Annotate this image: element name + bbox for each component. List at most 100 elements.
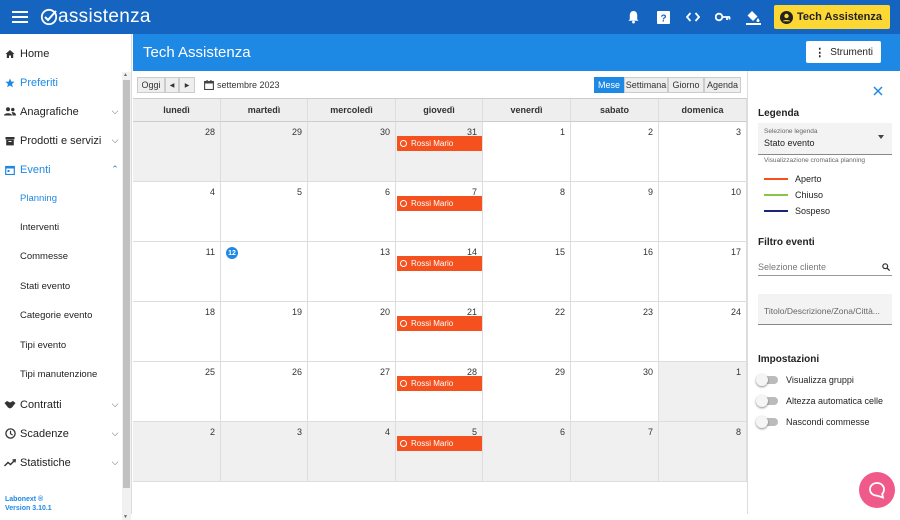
day-cell[interactable]: 27 [308, 362, 396, 422]
day-cell[interactable]: 17 [659, 242, 747, 302]
client-search-input[interactable]: Selezione cliente [758, 258, 892, 276]
sidebar-item-anagrafiche[interactable]: Anagrafiche ⌵ [0, 97, 122, 126]
help-icon[interactable]: ? [648, 4, 678, 30]
sidebar-scrollbar[interactable]: ▲ ▼ [122, 72, 131, 520]
user-menu-button[interactable]: Tech Assistenza [774, 5, 890, 29]
sidebar-item-contratti[interactable]: Contratti ⌵ [0, 390, 122, 419]
day-cell[interactable]: 2 [571, 122, 659, 182]
tools-button[interactable]: ⋮ Strumenti [806, 41, 881, 63]
day-cell[interactable]: 7 [571, 422, 659, 482]
weekday-header: sabato [571, 99, 659, 122]
day-cell[interactable]: 23 [571, 302, 659, 362]
day-cell[interactable]: 13 [308, 242, 396, 302]
sidebar-item-commesse[interactable]: Commesse [0, 242, 122, 271]
day-cell[interactable]: 20 [308, 302, 396, 362]
calendar-event[interactable]: Rossi Mario [397, 316, 482, 331]
day-cell[interactable]: 24 [659, 302, 747, 362]
scroll-up-icon[interactable]: ▲ [123, 72, 128, 78]
legend-select[interactable]: Selezione legenda Stato evento [758, 123, 892, 155]
day-cell[interactable]: 18 [133, 302, 221, 362]
toggle-switch[interactable] [756, 374, 778, 386]
scroll-down-icon[interactable]: ▼ [123, 514, 128, 520]
scrollbar-thumb[interactable] [123, 80, 130, 488]
calendar-event[interactable]: Rossi Mario [397, 196, 482, 211]
sidebar-item-interventi[interactable]: Interventi [0, 213, 122, 242]
day-cell[interactable]: 15 [483, 242, 571, 302]
paint-bucket-icon[interactable] [738, 4, 768, 30]
sidebar-item-scadenze[interactable]: Scadenze ⌵ [0, 419, 122, 448]
text-filter-input[interactable]: Titolo/Descrizione/Zona/Città... [758, 294, 892, 325]
day-cell[interactable]: 10 [659, 182, 747, 242]
code-icon[interactable] [678, 4, 708, 30]
day-cell[interactable]: 11 [133, 242, 221, 302]
day-cell[interactable]: 3 [659, 122, 747, 182]
day-cell[interactable]: 29 [483, 362, 571, 422]
day-cell[interactable]: 9 [571, 182, 659, 242]
calendar-event[interactable]: Rossi Mario [397, 436, 482, 451]
view-agenda-button[interactable]: Agenda [704, 77, 741, 93]
sidebar-item-label: Planning [20, 193, 57, 204]
day-cell[interactable]: 1 [659, 362, 747, 422]
toggle-switch[interactable] [756, 416, 778, 428]
app-logo[interactable]: assistenza [40, 6, 151, 28]
sidebar-item-stati-evento[interactable]: Stati evento [0, 272, 122, 301]
day-cell[interactable]: 28 [396, 362, 483, 422]
day-cell[interactable]: 31 [396, 122, 483, 182]
month-picker[interactable]: settembre 2023 [204, 80, 280, 90]
day-cell[interactable]: 7 [396, 182, 483, 242]
toggle-nascondi-commesse[interactable]: Nascondi commesse [756, 416, 870, 428]
day-cell[interactable]: 30 [571, 362, 659, 422]
sidebar-item-tipi-evento[interactable]: Tipi evento [0, 331, 122, 360]
toggle-visualizza-gruppi[interactable]: Visualizza gruppi [756, 374, 854, 386]
day-cell[interactable]: 21 [396, 302, 483, 362]
day-cell[interactable]: 8 [659, 422, 747, 482]
prev-month-button[interactable]: ◀ [165, 77, 179, 93]
day-cell[interactable]: 4 [133, 182, 221, 242]
day-number: 29 [554, 367, 565, 377]
sidebar-item-home[interactable]: Home [0, 39, 122, 68]
day-cell[interactable]: 6 [483, 422, 571, 482]
day-cell[interactable]: 3 [221, 422, 308, 482]
calendar-event[interactable]: Rossi Mario [397, 256, 482, 271]
day-cell[interactable]: 19 [221, 302, 308, 362]
sidebar-item-prodotti[interactable]: Prodotti e servizi ⌵ [0, 126, 122, 155]
calendar-event[interactable]: Rossi Mario [397, 136, 482, 151]
sidebar-item-tipi-manutenzione[interactable]: Tipi manutenzione [0, 360, 122, 389]
sidebar-item-label: Categorie evento [20, 310, 93, 321]
day-cell[interactable]: 8 [483, 182, 571, 242]
key-icon[interactable] [708, 4, 738, 30]
view-week-button[interactable]: Settimana [624, 77, 668, 93]
calendar-event[interactable]: Rossi Mario [397, 376, 482, 391]
day-cell[interactable]: 28 [133, 122, 221, 182]
day-cell[interactable]: 16 [571, 242, 659, 302]
sidebar-item-categorie-evento[interactable]: Categorie evento [0, 301, 122, 330]
toggle-altezza-automatica[interactable]: Altezza automatica celle [756, 395, 883, 407]
sidebar-item-preferiti[interactable]: Preferiti [0, 68, 122, 97]
view-month-button[interactable]: Mese [594, 77, 624, 93]
next-month-button[interactable]: ▶ [179, 77, 195, 93]
today-button[interactable]: Oggi [137, 77, 165, 93]
view-day-button[interactable]: Giorno [668, 77, 704, 93]
day-cell[interactable]: 30 [308, 122, 396, 182]
calendar-icon [5, 165, 15, 175]
day-cell[interactable]: 22 [483, 302, 571, 362]
day-cell[interactable]: 5 [396, 422, 483, 482]
day-cell[interactable]: 1 [483, 122, 571, 182]
day-cell[interactable]: 6 [308, 182, 396, 242]
toggle-switch[interactable] [756, 395, 778, 407]
bell-icon[interactable] [618, 4, 648, 30]
chat-button[interactable] [859, 472, 895, 508]
day-cell[interactable]: 12 [221, 242, 308, 302]
day-cell[interactable]: 2 [133, 422, 221, 482]
day-cell[interactable]: 26 [221, 362, 308, 422]
sidebar-item-statistiche[interactable]: Statistiche ⌵ [0, 448, 122, 477]
day-cell[interactable]: 4 [308, 422, 396, 482]
day-cell[interactable]: 14 [396, 242, 483, 302]
close-icon[interactable] [873, 83, 883, 101]
menu-icon[interactable] [12, 11, 28, 23]
sidebar-item-eventi[interactable]: Eventi ⌃ [0, 155, 122, 184]
day-cell[interactable]: 5 [221, 182, 308, 242]
day-cell[interactable]: 29 [221, 122, 308, 182]
sidebar-item-planning[interactable]: Planning [0, 184, 122, 213]
day-cell[interactable]: 25 [133, 362, 221, 422]
